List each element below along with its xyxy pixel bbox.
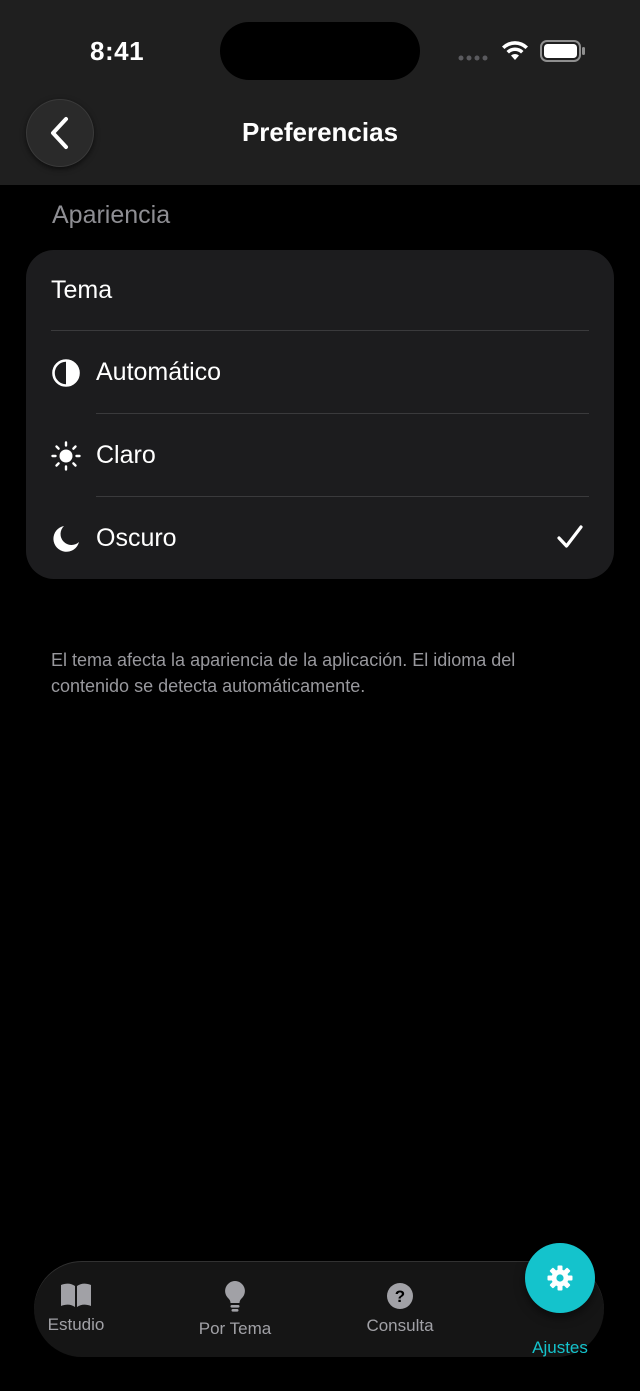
divider xyxy=(51,330,589,331)
theme-card: Tema Automático Claro Oscuro xyxy=(26,250,614,579)
tab-consulta[interactable]: ? Consulta xyxy=(355,1282,445,1336)
page-title: Preferencias xyxy=(241,117,399,147)
moon-icon xyxy=(53,526,79,552)
question-icon: ? xyxy=(387,1283,413,1309)
divider xyxy=(96,413,589,414)
tab-ajustes-label[interactable]: Ajustes xyxy=(520,1338,600,1358)
theme-option-label: Automático xyxy=(96,358,222,386)
gear-icon xyxy=(547,1265,573,1291)
sun-icon xyxy=(51,441,81,471)
theme-option-oscuro[interactable]: Oscuro xyxy=(26,498,614,580)
divider xyxy=(96,496,589,497)
tab-estudio[interactable]: Estudio xyxy=(36,1281,116,1335)
theme-option-label: Oscuro xyxy=(96,524,177,552)
theme-label: Tema xyxy=(51,276,113,304)
battery-icon xyxy=(540,40,585,62)
tab-label: Por Tema xyxy=(198,1319,272,1338)
tab-label: Estudio xyxy=(47,1315,105,1334)
tab-ajustes-button[interactable] xyxy=(525,1243,595,1313)
svg-text:?: ? xyxy=(395,1287,405,1306)
cellular-signal-icon xyxy=(458,55,488,61)
half-circle-icon xyxy=(52,359,80,387)
book-icon xyxy=(61,1283,91,1307)
checkmark-icon xyxy=(557,525,583,548)
tab-por-tema[interactable]: Por Tema xyxy=(190,1279,280,1339)
theme-row-header: Tema xyxy=(26,250,614,332)
dynamic-island xyxy=(220,22,420,80)
theme-option-claro[interactable]: Claro xyxy=(26,415,614,497)
theme-option-automatico[interactable]: Automático xyxy=(26,332,614,414)
lightbulb-icon xyxy=(225,1281,245,1312)
status-bar: 8:41 xyxy=(0,0,640,100)
tab-bar xyxy=(34,1261,604,1357)
section-header-apariencia: Apariencia xyxy=(52,201,171,229)
tab-label: Consulta xyxy=(366,1316,434,1335)
status-time: 8:41 xyxy=(90,36,145,66)
theme-footnote: El tema afecta la apariencia de la aplic… xyxy=(51,650,516,696)
theme-option-label: Claro xyxy=(96,441,156,469)
wifi-icon xyxy=(502,41,528,60)
